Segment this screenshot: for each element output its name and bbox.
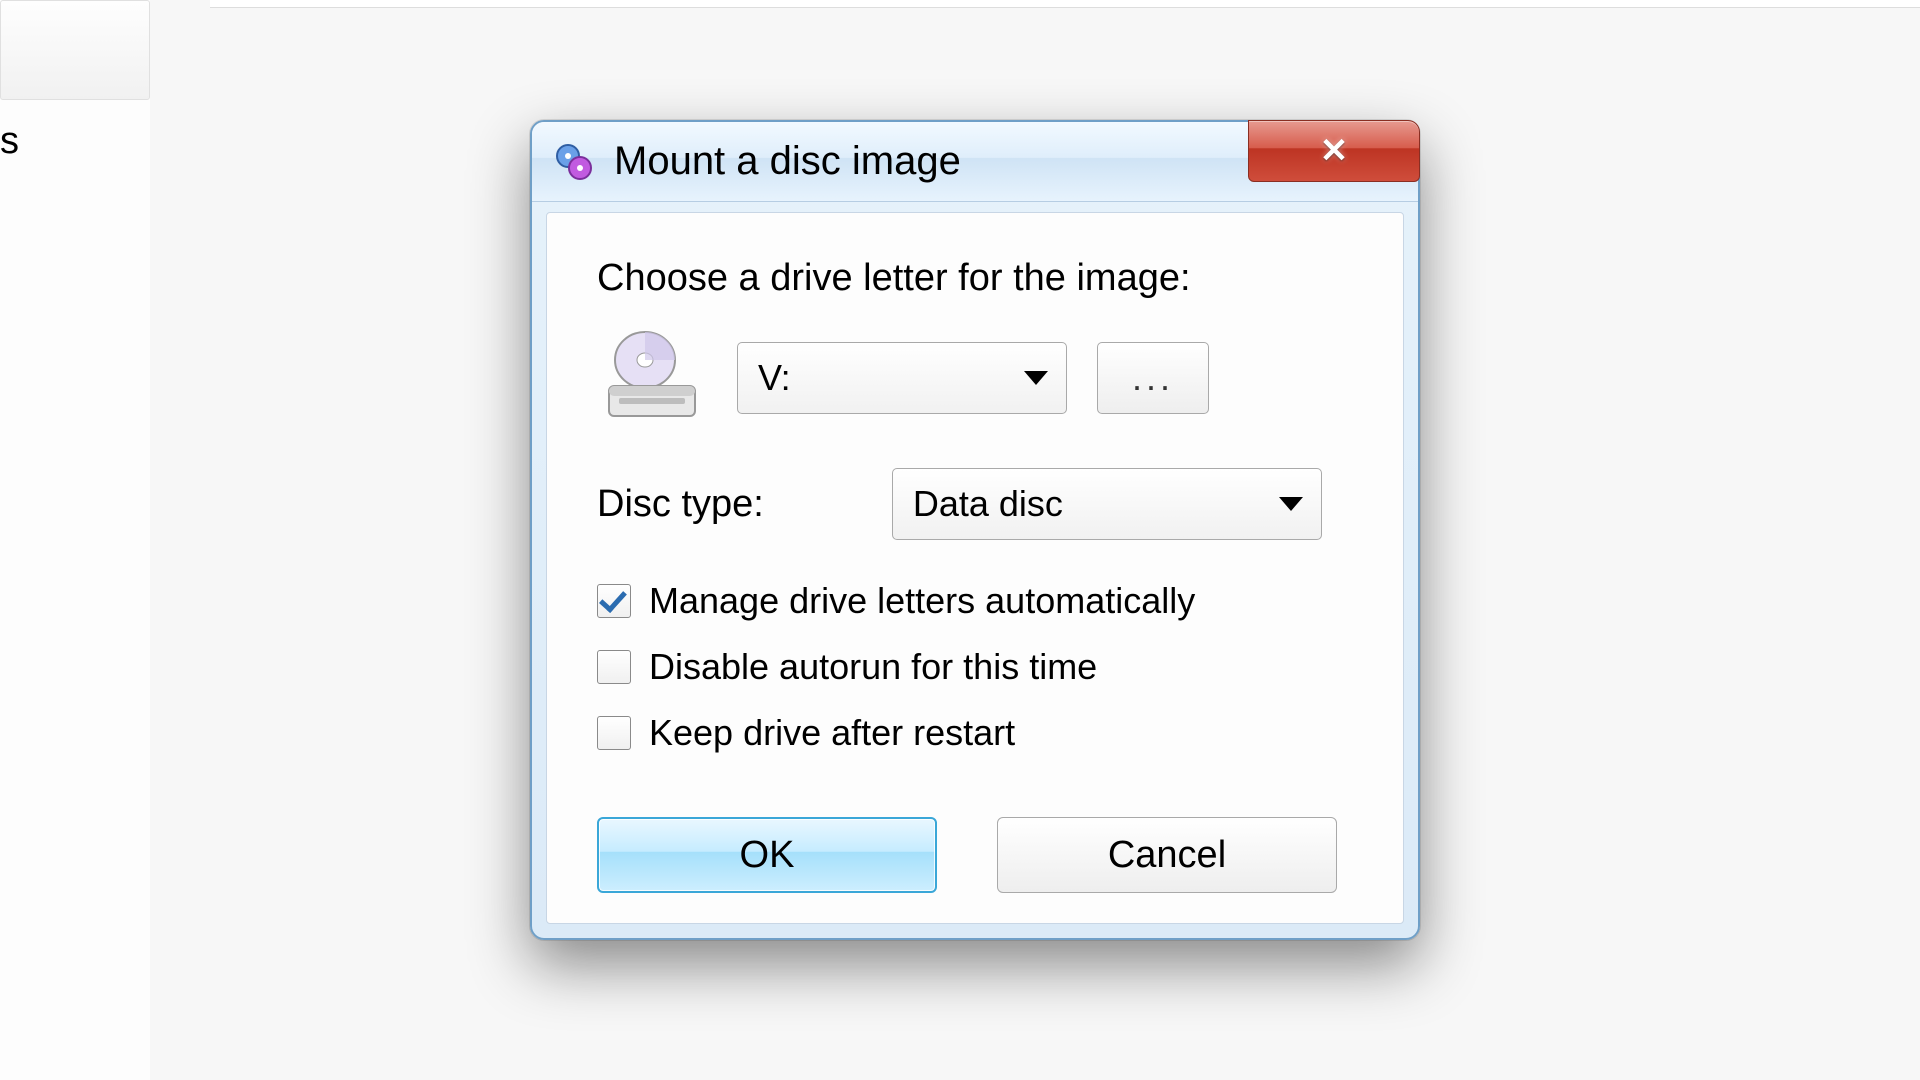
- disc-type-dropdown[interactable]: Data disc: [892, 468, 1322, 540]
- checkbox-icon: [597, 716, 631, 750]
- disable-autorun-checkbox[interactable]: Disable autorun for this time: [597, 646, 1353, 688]
- close-icon: ✕: [1320, 131, 1349, 171]
- checkbox-label: Manage drive letters automatically: [649, 580, 1195, 622]
- bg-left-button: [0, 0, 150, 100]
- browse-button[interactable]: ...: [1097, 342, 1209, 414]
- browse-label: ...: [1132, 357, 1174, 399]
- checkbox-label: Disable autorun for this time: [649, 646, 1097, 688]
- drive-letter-value: V:: [758, 357, 791, 399]
- drive-letter-prompt: Choose a drive letter for the image:: [597, 257, 1353, 300]
- checkbox-icon: [597, 584, 631, 618]
- drive-letter-dropdown[interactable]: V:: [737, 342, 1067, 414]
- disc-type-row: Disc type: Data disc: [597, 468, 1353, 540]
- dialog-button-row: OK Cancel: [597, 817, 1353, 893]
- manage-drive-letters-checkbox[interactable]: Manage drive letters automatically: [597, 580, 1353, 622]
- dialog-client-area: Choose a drive letter for the image: V: …: [546, 212, 1404, 924]
- cancel-button[interactable]: Cancel: [997, 817, 1337, 893]
- disc-type-value: Data disc: [913, 483, 1063, 525]
- bg-left-text-fragment: s: [0, 120, 19, 163]
- dialog-titlebar[interactable]: Mount a disc image ✕: [532, 122, 1418, 202]
- checkbox-label: Keep drive after restart: [649, 712, 1015, 754]
- disc-type-label: Disc type:: [597, 483, 764, 526]
- cancel-label: Cancel: [1108, 834, 1226, 877]
- ok-button[interactable]: OK: [597, 817, 937, 893]
- keep-drive-checkbox[interactable]: Keep drive after restart: [597, 712, 1353, 754]
- chevron-down-icon: [1279, 497, 1303, 511]
- checkbox-icon: [597, 650, 631, 684]
- ok-label: OK: [740, 834, 795, 877]
- optical-drive-icon: [597, 328, 707, 428]
- chevron-down-icon: [1024, 371, 1048, 385]
- drive-letter-row: V: ...: [597, 328, 1353, 428]
- mount-disc-image-dialog: Mount a disc image ✕ Choose a drive lett…: [530, 120, 1420, 940]
- dialog-title: Mount a disc image: [614, 139, 961, 184]
- app-disc-icon: [554, 142, 594, 182]
- bg-left-panel: [0, 0, 150, 1080]
- close-button[interactable]: ✕: [1248, 120, 1420, 182]
- bg-top-strip: [210, 0, 1920, 8]
